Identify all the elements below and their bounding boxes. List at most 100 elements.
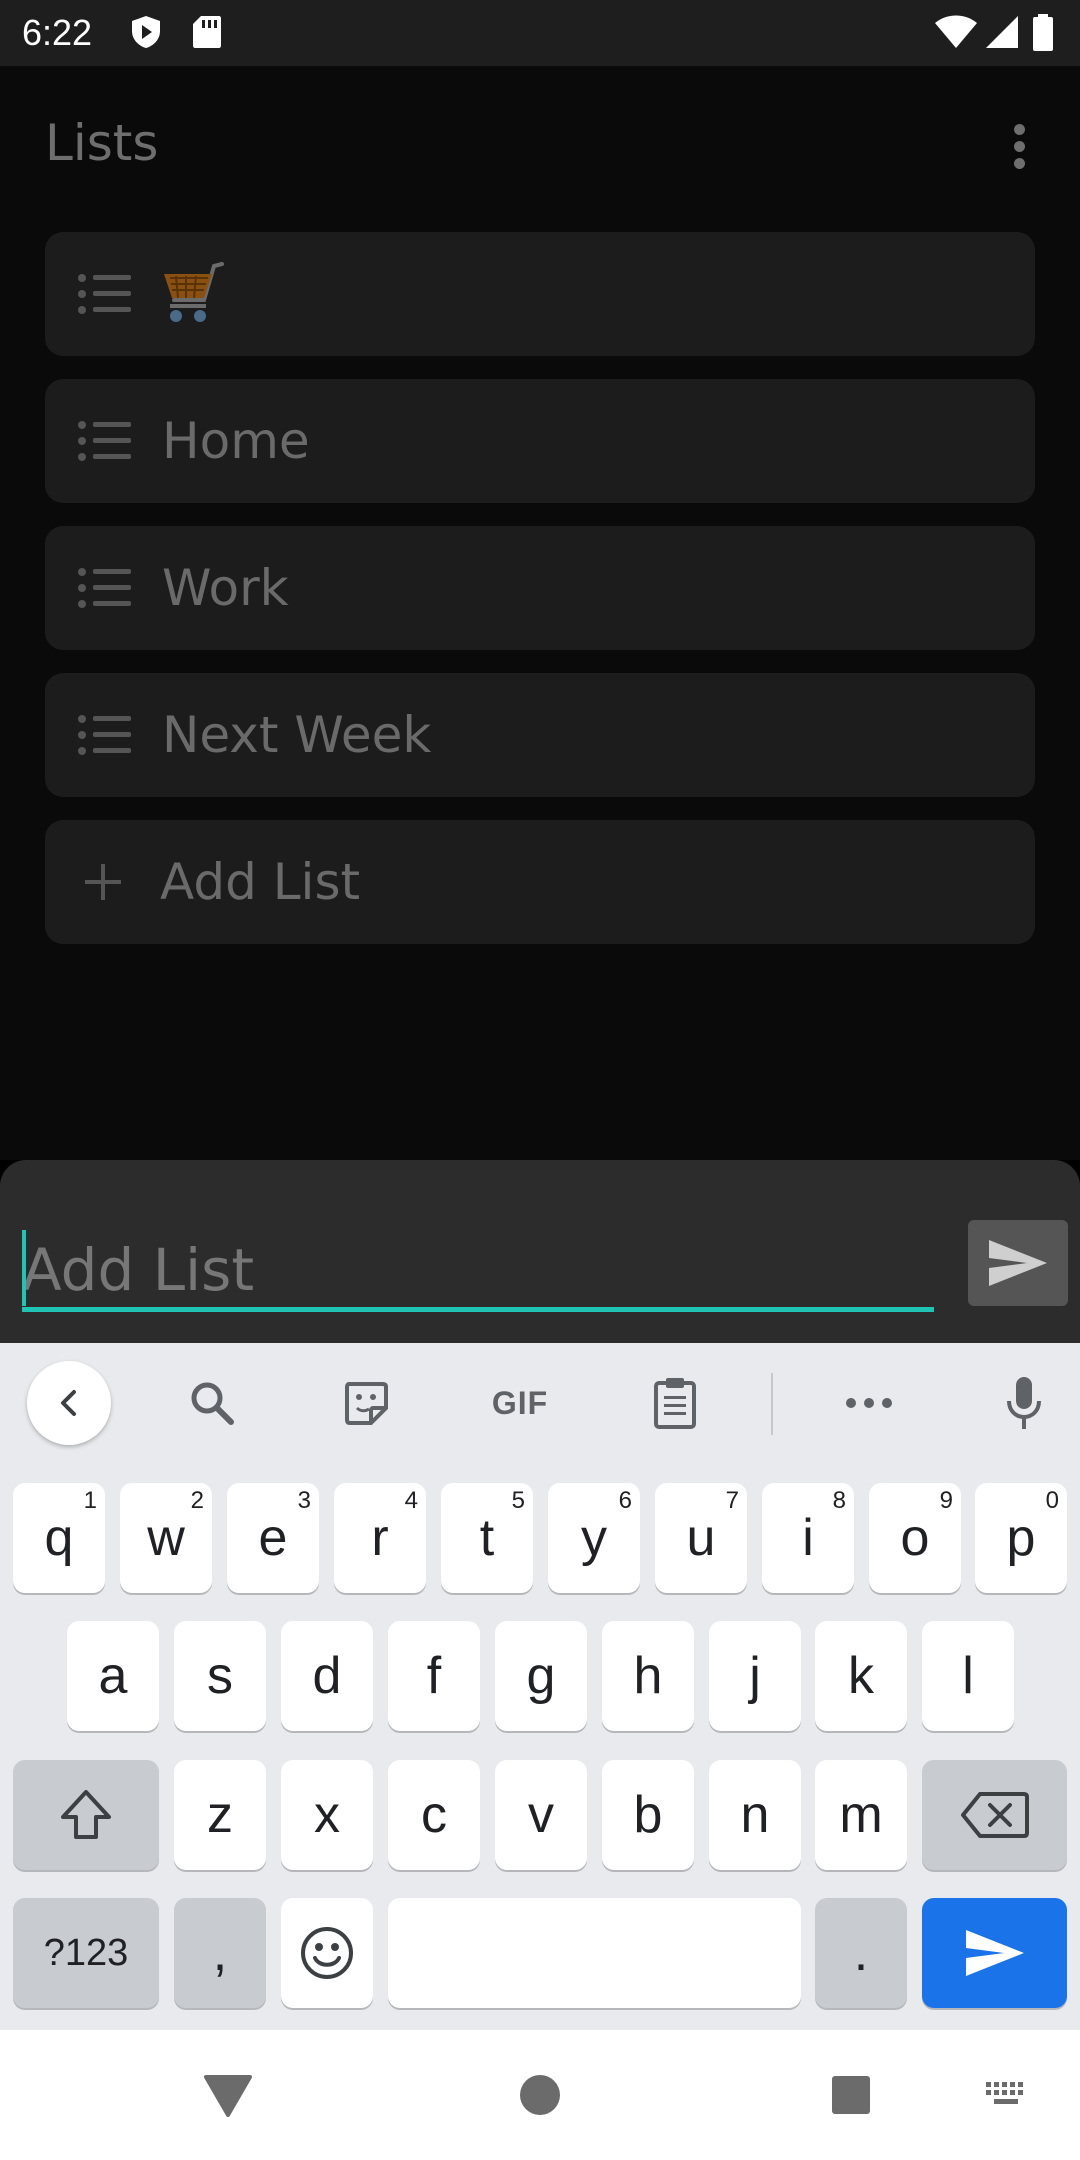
- back-button[interactable]: [188, 2060, 268, 2130]
- shift-icon: [61, 1790, 111, 1839]
- enter-key[interactable]: [922, 1898, 1067, 2008]
- signal-icon: [986, 16, 1018, 48]
- more-toolbar-button[interactable]: [827, 1361, 911, 1445]
- key-e[interactable]: e3: [227, 1483, 319, 1593]
- key-l[interactable]: l: [922, 1621, 1014, 1731]
- key-w[interactable]: w2: [120, 1483, 212, 1593]
- list-item-shopping[interactable]: [45, 232, 1035, 356]
- status-time: 6:22: [22, 12, 93, 53]
- list-item-work[interactable]: Work: [45, 526, 1035, 650]
- toolbar-divider: [771, 1373, 773, 1435]
- shield-icon: [132, 16, 160, 48]
- key-hint: 4: [404, 1487, 418, 1514]
- key-m[interactable]: m: [815, 1760, 907, 1870]
- keyboard: GIF q1 w2 e3 r4 t5 y6 u7 i8 o9 p 0 a s d…: [0, 1343, 1080, 2030]
- add-list-input[interactable]: [22, 1232, 934, 1312]
- list-item-label: Work: [162, 559, 289, 617]
- key-u[interactable]: u7: [655, 1483, 747, 1593]
- microphone-icon: [1007, 1377, 1041, 1429]
- navigation-bar: [0, 2030, 1080, 2160]
- key-t[interactable]: t5: [441, 1483, 533, 1593]
- key-hint: 0: [1045, 1487, 1059, 1514]
- list-item-label: Home: [162, 412, 310, 470]
- key-label: p: [1006, 1509, 1036, 1567]
- shift-key[interactable]: [13, 1760, 159, 1870]
- status-bar: 6:22: [0, 0, 1080, 66]
- lists-screen: Lists Home Work Next Week Add List: [0, 66, 1080, 1160]
- key-label: q: [44, 1509, 74, 1567]
- key-hint: 2: [190, 1487, 204, 1514]
- wifi-icon: [935, 15, 977, 48]
- key-label: r: [371, 1509, 389, 1567]
- sd-card-icon: [193, 16, 221, 48]
- search-button[interactable]: [170, 1361, 254, 1445]
- space-key[interactable]: [388, 1898, 801, 2008]
- recents-button[interactable]: [811, 2060, 891, 2130]
- key-hint: 8: [832, 1487, 846, 1514]
- add-list-button[interactable]: Add List: [45, 820, 1035, 944]
- key-hint: 1: [83, 1487, 97, 1514]
- key-q[interactable]: q1: [13, 1483, 105, 1593]
- home-circle-icon: [520, 2075, 560, 2115]
- emoji-key[interactable]: [281, 1898, 373, 2008]
- key-n[interactable]: n: [709, 1760, 801, 1870]
- key-v[interactable]: v: [495, 1760, 587, 1870]
- key-label: w: [147, 1509, 185, 1567]
- key-a[interactable]: a: [67, 1621, 159, 1731]
- key-hint: 3: [297, 1487, 311, 1514]
- sticker-button[interactable]: [324, 1361, 408, 1445]
- symbols-key[interactable]: ?123: [13, 1898, 159, 2008]
- add-list-label: Add List: [160, 853, 361, 911]
- emoji-icon: [301, 1927, 353, 1979]
- recents-square-icon: [832, 2076, 870, 2114]
- gif-button[interactable]: GIF: [478, 1361, 562, 1445]
- key-label: i: [802, 1509, 814, 1567]
- backspace-key[interactable]: [922, 1760, 1067, 1870]
- list-icon: [78, 274, 131, 314]
- plus-icon: [85, 864, 121, 900]
- keyboard-switch-button[interactable]: [966, 2060, 1046, 2130]
- add-list-sheet: [0, 1160, 1080, 1343]
- send-icon: [965, 1930, 1024, 1976]
- back-triangle-icon: [204, 2075, 252, 2117]
- list-item-next-week[interactable]: Next Week: [45, 673, 1035, 797]
- key-f[interactable]: f: [388, 1621, 480, 1731]
- period-key[interactable]: .: [815, 1898, 907, 2008]
- key-b[interactable]: b: [602, 1760, 694, 1870]
- key-g[interactable]: g: [495, 1621, 587, 1731]
- key-h[interactable]: h: [602, 1621, 694, 1731]
- key-label: u: [686, 1509, 716, 1567]
- key-o[interactable]: o9: [869, 1483, 961, 1593]
- gif-label: GIF: [491, 1384, 549, 1421]
- comma-key[interactable]: ,: [174, 1898, 266, 2008]
- chevron-left-icon: [61, 1390, 76, 1416]
- key-label: t: [479, 1509, 495, 1567]
- key-d[interactable]: d: [281, 1621, 373, 1731]
- more-horizontal-icon: [846, 1398, 892, 1408]
- key-r[interactable]: r4: [334, 1483, 426, 1593]
- collapse-toolbar-button[interactable]: [27, 1361, 111, 1445]
- submit-button[interactable]: [968, 1220, 1068, 1306]
- key-s[interactable]: s: [174, 1621, 266, 1731]
- key-p[interactable]: p0: [975, 1483, 1067, 1593]
- key-k[interactable]: k: [815, 1621, 907, 1731]
- key-i[interactable]: i8: [762, 1483, 854, 1593]
- home-button[interactable]: [500, 2060, 580, 2130]
- key-c[interactable]: c: [388, 1760, 480, 1870]
- clipboard-icon: [654, 1378, 696, 1429]
- key-label: o: [900, 1509, 930, 1567]
- key-hint: 5: [511, 1487, 525, 1514]
- shopping-cart-icon: [164, 262, 224, 322]
- keyboard-toolbar: GIF: [0, 1343, 1080, 1463]
- clipboard-button[interactable]: [633, 1361, 717, 1445]
- key-y[interactable]: y6: [548, 1483, 640, 1593]
- key-x[interactable]: x: [281, 1760, 373, 1870]
- sticker-icon: [345, 1382, 388, 1425]
- list-icon: [78, 568, 131, 608]
- key-z[interactable]: z: [174, 1760, 266, 1870]
- battery-icon: [1033, 14, 1053, 51]
- voice-input-button[interactable]: [982, 1361, 1066, 1445]
- key-j[interactable]: j: [709, 1621, 801, 1731]
- list-item-home[interactable]: Home: [45, 379, 1035, 503]
- more-options-icon[interactable]: [1000, 116, 1040, 176]
